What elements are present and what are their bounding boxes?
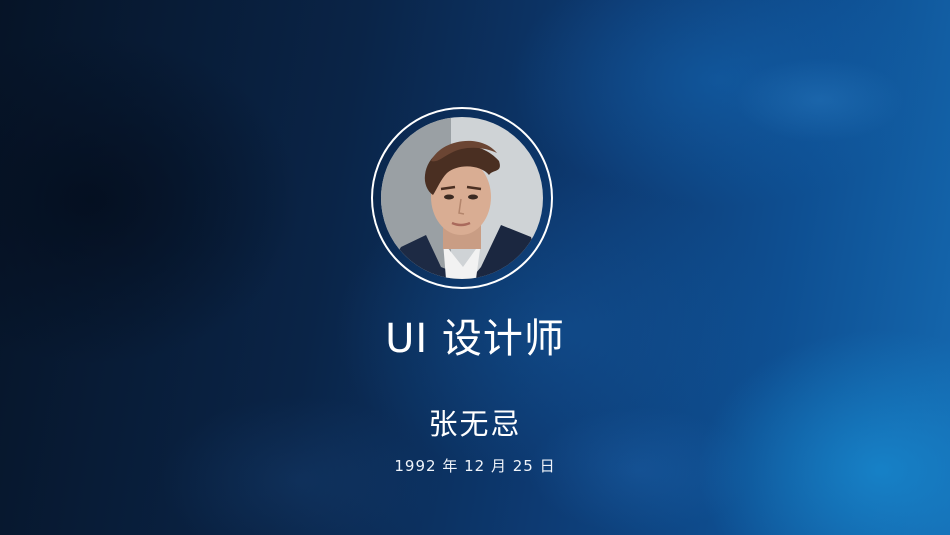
person-name: 张无忌 [428,407,522,441]
avatar-portrait [381,117,543,279]
job-title: UI 设计师 [385,316,565,362]
avatar [381,117,543,279]
birth-date: 1992 年 12 月 25 日 [394,457,556,475]
